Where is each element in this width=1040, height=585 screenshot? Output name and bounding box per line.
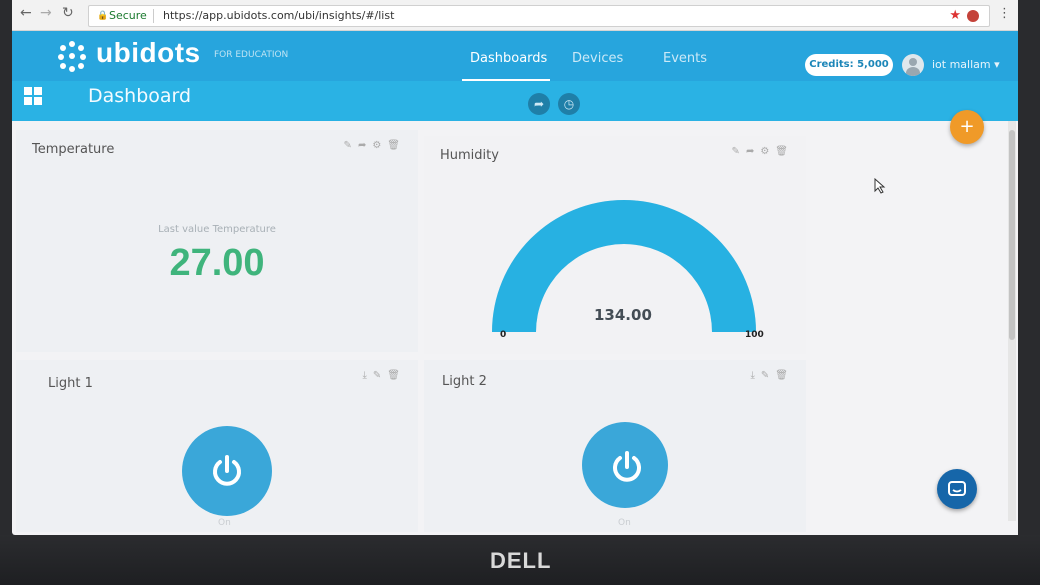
forward-arrow-icon[interactable]: → [40,5,52,21]
user-avatar[interactable] [902,54,924,76]
share-icon[interactable]: ➦ [358,140,372,151]
url-text[interactable]: https://app.ubidots.com/ubi/insights/#/l… [163,6,394,26]
tab-events[interactable]: Events [663,51,707,66]
secure-label: Secure [109,9,147,22]
trash-icon[interactable]: 🗑 [387,370,406,381]
gear-icon[interactable]: ⚙ [760,146,775,157]
mouse-cursor-icon [874,178,886,194]
edit-icon[interactable]: ✎ [761,370,775,381]
user-name: iot mallam [932,58,991,71]
share-icon[interactable]: ➦ [528,93,550,115]
monitor-screen: ← → ↻ 🔒 Secure https://app.ubidots.com/u… [12,0,1018,535]
chat-icon [948,481,966,496]
extension-icon[interactable] [967,10,979,22]
trash-icon[interactable]: 🗑 [775,370,794,381]
app-header: ubidots FOR EDUCATION Dashboards Devices… [12,31,1018,82]
back-arrow-icon[interactable]: ← [20,5,32,21]
bookmark-star-icon[interactable]: ★ [949,6,961,26]
trash-icon[interactable]: 🗑 [775,146,794,157]
lock-icon: 🔒 [97,11,109,21]
power-icon [613,451,641,482]
widget-tools: ✎➦⚙🗑 [732,146,794,157]
light2-widget: Light 2 ⤓✎🗑 On [424,360,806,532]
gauge-value: 134.00 [594,306,652,324]
download-icon[interactable]: ⤓ [750,370,760,381]
url-separator [153,9,154,23]
dell-logo: DELL [490,548,552,573]
caret-down-icon: ▾ [994,58,1000,71]
light2-state: On [618,518,631,528]
scrollbar-thumb[interactable] [1009,130,1015,340]
browser-toolbar: ← → ↻ 🔒 Secure https://app.ubidots.com/u… [12,0,1018,31]
dashboard-grid-icon[interactable] [24,87,42,105]
trash-icon[interactable]: 🗑 [387,140,406,151]
widget-tools: ⤓✎🗑 [750,370,794,381]
edit-icon[interactable]: ✎ [373,370,387,381]
address-bar[interactable]: 🔒 Secure https://app.ubidots.com/ubi/ins… [88,5,990,27]
edit-icon[interactable]: ✎ [732,146,746,157]
gauge-min-label: 0 [500,330,507,340]
credits-badge[interactable]: Credits: 5,000 [805,54,893,76]
dashboard-header: Dashboard ➦ ◷ [12,81,1018,121]
temperature-value: 27.00 [169,242,265,284]
light1-state: On [218,518,231,528]
widget-title: Temperature [32,142,115,157]
light2-power-switch[interactable] [582,422,668,508]
gauge-max-label: 100 [745,330,764,340]
humidity-widget: Humidity ✎➦⚙🗑 134.00 0 100 [424,136,806,354]
gear-icon[interactable]: ⚙ [372,140,387,151]
dashboard-title: Dashboard [88,85,192,107]
edit-icon[interactable]: ✎ [344,140,358,151]
logo-dots-icon [58,41,90,72]
light1-widget: Light 1 ⤓✎🗑 On [16,360,418,532]
widget-tools: ✎➦⚙🗑 [344,140,406,151]
logo-subtitle: FOR EDUCATION [214,50,289,60]
tab-dashboards[interactable]: Dashboards [470,51,547,66]
last-value-caption: Last value Temperature [158,224,276,235]
logo-text: ubidots [96,37,201,68]
user-menu[interactable]: iot mallam ▾ [932,58,1000,71]
chat-button[interactable] [937,469,977,509]
widget-tools: ⤓✎🗑 [362,370,406,381]
widget-title: Light 1 [48,376,93,391]
power-icon [213,455,241,486]
temperature-widget: Temperature ✎➦⚙🗑 Last value Temperature … [16,130,418,352]
browser-menu-icon[interactable]: ⋮ [998,6,1011,21]
light1-power-switch[interactable] [182,426,272,516]
tab-devices[interactable]: Devices [572,51,623,66]
reload-icon[interactable]: ↻ [62,5,74,21]
add-widget-button[interactable]: + [950,110,984,144]
share-icon[interactable]: ➦ [746,146,760,157]
download-icon[interactable]: ⤓ [362,370,372,381]
widget-title: Light 2 [442,374,487,389]
widget-title: Humidity [440,148,499,163]
clock-icon[interactable]: ◷ [558,93,580,115]
